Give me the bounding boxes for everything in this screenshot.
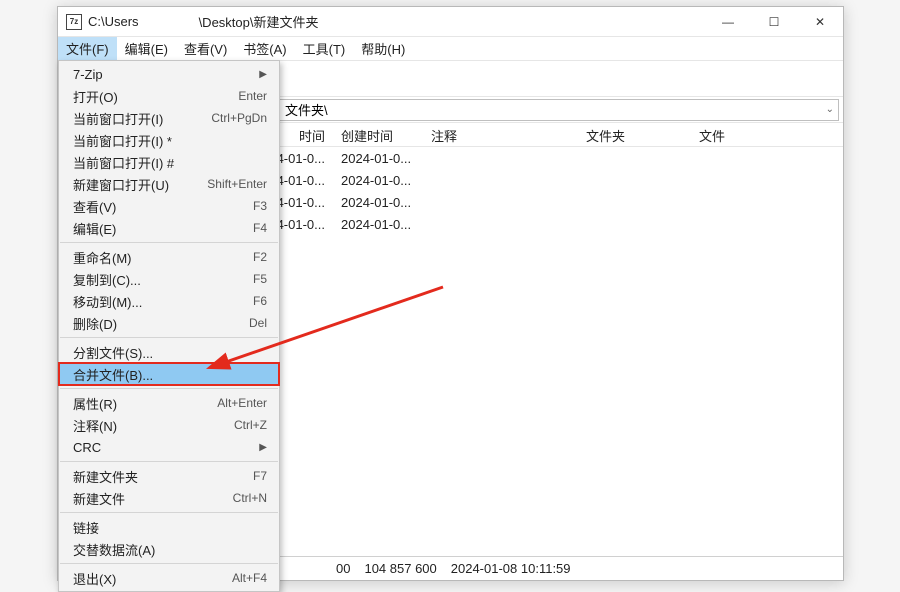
- menu-item-shortcut: Ctrl+PgDn: [211, 111, 267, 125]
- menu-item-label: 移动到(M)...: [73, 292, 142, 311]
- menu-separator: [60, 337, 278, 338]
- menu-separator: [60, 388, 278, 389]
- menu-item-shortcut: Alt+F4: [232, 571, 267, 585]
- menu-item-label: 查看(V): [73, 197, 116, 216]
- menu-item-label: 属性(R): [73, 394, 117, 413]
- menu-item-label: 当前窗口打开(I) *: [73, 131, 172, 150]
- menu-separator: [60, 563, 278, 564]
- menu-item-label: 编辑(E): [73, 219, 116, 238]
- menu-item[interactable]: 编辑(E) F4: [59, 217, 279, 239]
- menu-item-shortcut: F3: [253, 199, 267, 213]
- menu-item-shortcut: F6: [253, 294, 267, 308]
- title-suffix: \Desktop\新建文件夹: [199, 12, 319, 31]
- menu-item[interactable]: 重命名(M) F2: [59, 246, 279, 268]
- menu-item[interactable]: 链接: [59, 516, 279, 538]
- menu-item-label: 合并文件(B)...: [73, 365, 153, 384]
- menu-item[interactable]: 注释(N) Ctrl+Z: [59, 414, 279, 436]
- menu-item-shortcut: F4: [253, 221, 267, 235]
- menu-edit[interactable]: 编辑(E): [117, 37, 176, 60]
- menu-item[interactable]: 7-Zip ▶: [59, 63, 279, 85]
- menu-item-label: CRC: [73, 440, 101, 455]
- col-comment[interactable]: 注释: [423, 123, 533, 146]
- menu-item[interactable]: 分割文件(S)...: [59, 341, 279, 363]
- menu-item-label: 注释(N): [73, 416, 117, 435]
- menu-item-label: 链接: [73, 518, 99, 537]
- window-controls: ― ☐ ✕: [705, 7, 843, 36]
- menu-item-label: 删除(D): [73, 314, 117, 333]
- menu-item-label: 新建窗口打开(U): [73, 175, 169, 194]
- menu-item[interactable]: CRC ▶: [59, 436, 279, 458]
- menu-item-label: 重命名(M): [73, 248, 132, 267]
- maximize-button[interactable]: ☐: [751, 7, 797, 36]
- menu-item-label: 新建文件夹: [73, 467, 138, 486]
- menu-item-label: 分割文件(S)...: [73, 343, 153, 362]
- submenu-arrow-icon: ▶: [259, 442, 267, 453]
- status-seg-2: 104 857 600: [364, 561, 436, 576]
- minimize-button[interactable]: ―: [705, 7, 751, 36]
- title-prefix: C:\Users: [88, 14, 139, 29]
- close-button[interactable]: ✕: [797, 7, 843, 36]
- menu-item-shortcut: F5: [253, 272, 267, 286]
- menu-item[interactable]: 删除(D) Del: [59, 312, 279, 334]
- menu-item[interactable]: 新建文件 Ctrl+N: [59, 487, 279, 509]
- menu-item-shortcut: F2: [253, 250, 267, 264]
- menu-item[interactable]: 当前窗口打开(I) *: [59, 129, 279, 151]
- title-blur: [139, 14, 199, 29]
- menu-item-shortcut: Del: [249, 316, 267, 330]
- menu-separator: [60, 461, 278, 462]
- menu-item-label: 退出(X): [73, 569, 116, 588]
- menu-item[interactable]: 移动到(M)... F6: [59, 290, 279, 312]
- menu-view[interactable]: 查看(V): [176, 37, 235, 60]
- menu-item-shortcut: Enter: [238, 89, 267, 103]
- menu-item-label: 当前窗口打开(I) #: [73, 153, 174, 172]
- menu-bookmarks[interactable]: 书签(A): [235, 37, 294, 60]
- menu-file[interactable]: 文件(F): [58, 37, 117, 60]
- menu-item-shortcut: Ctrl+N: [233, 491, 267, 505]
- menu-item-shortcut: Alt+Enter: [217, 396, 267, 410]
- menu-item[interactable]: 当前窗口打开(I) Ctrl+PgDn: [59, 107, 279, 129]
- submenu-arrow-icon: ▶: [259, 69, 267, 80]
- menu-item[interactable]: 复制到(C)... F5: [59, 268, 279, 290]
- menu-item[interactable]: 打开(O) Enter: [59, 85, 279, 107]
- status-seg-1: 00: [336, 561, 350, 576]
- menu-item-shortcut: Shift+Enter: [207, 177, 267, 191]
- menu-item-label: 交替数据流(A): [73, 540, 155, 559]
- col-file[interactable]: 文件: [633, 123, 733, 146]
- menubar: 文件(F) 编辑(E) 查看(V) 书签(A) 工具(T) 帮助(H): [58, 37, 843, 61]
- menu-separator: [60, 512, 278, 513]
- menu-item[interactable]: 退出(X) Alt+F4: [59, 567, 279, 589]
- col-folder[interactable]: 文件夹: [533, 123, 633, 146]
- menu-item-label: 当前窗口打开(I): [73, 109, 163, 128]
- menu-item[interactable]: 查看(V) F3: [59, 195, 279, 217]
- menu-item-shortcut: F7: [253, 469, 267, 483]
- menu-tools[interactable]: 工具(T): [295, 37, 354, 60]
- file-menu-dropdown: 7-Zip▶打开(O)Enter当前窗口打开(I)Ctrl+PgDn当前窗口打开…: [58, 60, 280, 592]
- menu-item[interactable]: 合并文件(B)...: [59, 363, 279, 385]
- menu-item-label: 复制到(C)...: [73, 270, 141, 289]
- menu-item-shortcut: Ctrl+Z: [234, 418, 267, 432]
- menu-item[interactable]: 属性(R) Alt+Enter: [59, 392, 279, 414]
- menu-separator: [60, 242, 278, 243]
- menu-item[interactable]: 新建文件夹 F7: [59, 465, 279, 487]
- col-ctime[interactable]: 创建时间: [333, 123, 423, 146]
- menu-help[interactable]: 帮助(H): [353, 37, 413, 60]
- menu-item[interactable]: 当前窗口打开(I) #: [59, 151, 279, 173]
- app-icon: 7z: [66, 14, 82, 30]
- menu-item-label: 打开(O): [73, 87, 118, 106]
- window-title: C:\Users \Desktop\新建文件夹: [88, 12, 705, 31]
- menu-item-label: 7-Zip: [73, 67, 103, 82]
- menu-item[interactable]: 交替数据流(A): [59, 538, 279, 560]
- menu-item-label: 新建文件: [73, 489, 125, 508]
- address-dropdown-icon[interactable]: ⌄: [826, 104, 834, 115]
- status-seg-3: 2024-01-08 10:11:59: [451, 561, 571, 576]
- address-visible-text: 文件夹\: [285, 100, 328, 119]
- menu-item[interactable]: 新建窗口打开(U) Shift+Enter: [59, 173, 279, 195]
- titlebar: 7z C:\Users \Desktop\新建文件夹 ― ☐ ✕: [58, 7, 843, 37]
